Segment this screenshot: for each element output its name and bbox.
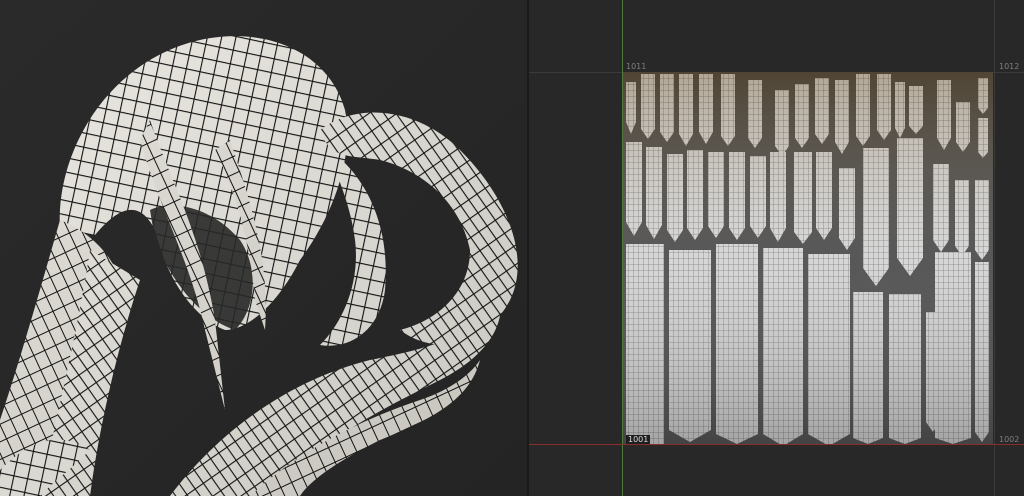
tile-label-1011: 1011 bbox=[626, 62, 647, 71]
uv-tile-1001 bbox=[623, 72, 993, 444]
uv-v-axis bbox=[622, 0, 623, 496]
3d-viewport[interactable] bbox=[0, 0, 527, 496]
tile-label-1012: 1012 bbox=[999, 62, 1020, 71]
hair-model-render bbox=[0, 0, 527, 496]
uv-islands bbox=[623, 72, 993, 444]
uv-u-axis bbox=[529, 444, 1024, 445]
grid-line bbox=[994, 0, 995, 496]
tile-label-1002: 1002 bbox=[999, 435, 1020, 444]
uv-editor-panel[interactable]: 1011 1012 1001 1002 bbox=[529, 0, 1024, 496]
tile-label-1001: 1001 bbox=[626, 435, 651, 444]
